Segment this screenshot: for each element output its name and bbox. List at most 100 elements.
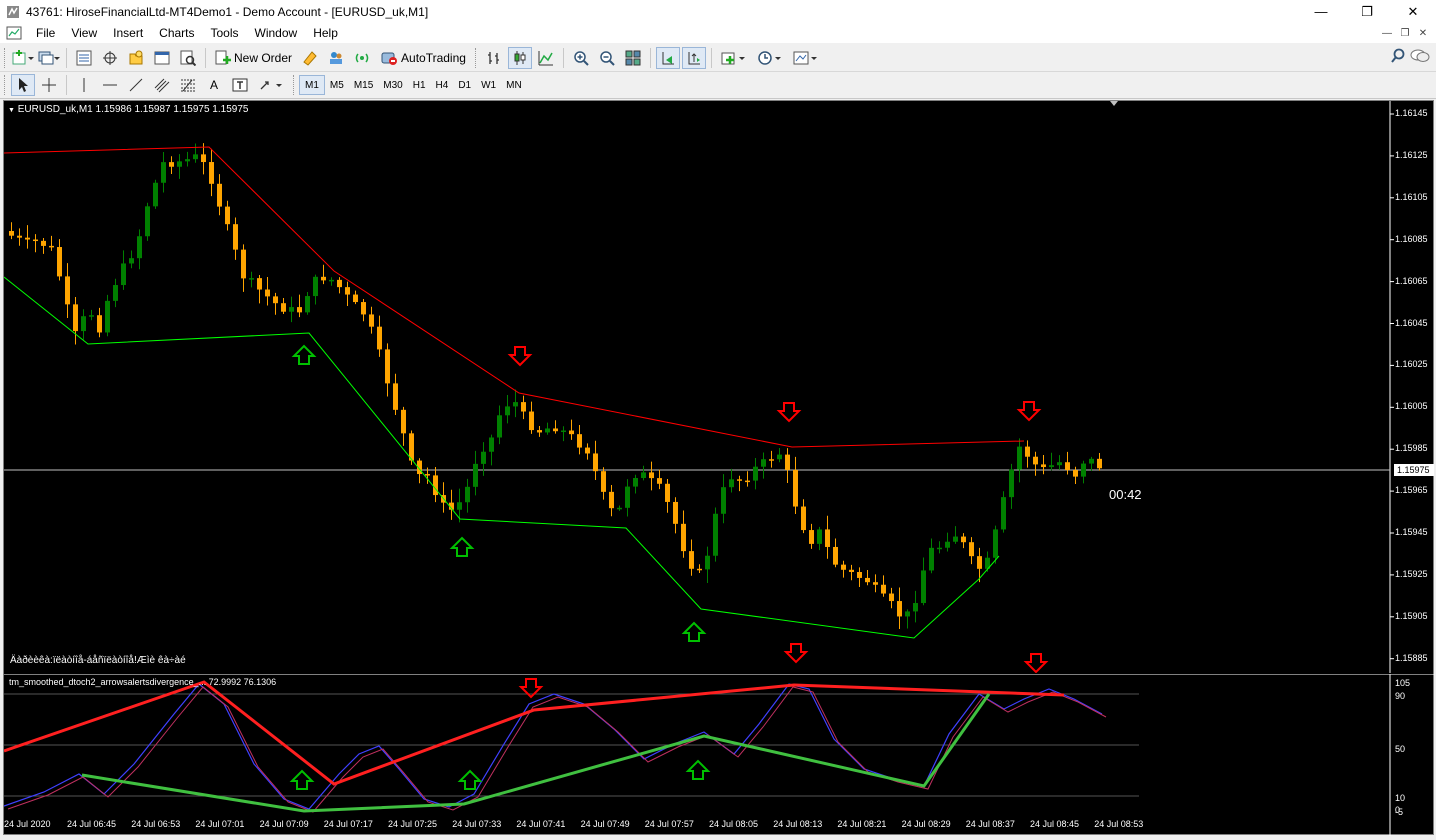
chart-shift-icon[interactable] (681, 46, 706, 69)
zoom-in-icon[interactable] (569, 47, 593, 69)
candle-body (729, 479, 734, 488)
community-icon[interactable] (324, 47, 348, 69)
candle-body (97, 315, 102, 333)
price-tick-label: 1.16105 (1395, 191, 1428, 202)
toolbar-grip[interactable] (4, 47, 7, 68)
price-tick-label: 1.16085 (1395, 233, 1428, 244)
candle-body (681, 523, 686, 552)
candle-body (225, 206, 230, 225)
navigator-icon[interactable] (124, 47, 148, 69)
new-chart-icon[interactable] (11, 47, 35, 69)
tile-windows-icon[interactable] (621, 47, 645, 69)
candlestick-chart-icon[interactable] (507, 46, 532, 69)
horizontal-line-icon[interactable] (98, 74, 122, 96)
minimize-button[interactable]: — (1298, 0, 1344, 23)
candle-body (657, 478, 662, 484)
menu-charts[interactable]: Charts (151, 23, 202, 43)
chat-icon[interactable] (1410, 48, 1430, 64)
time-tick-label: 24 Jul 07:25 (388, 819, 438, 829)
mdi-minimize-button[interactable]: — (1378, 23, 1396, 43)
candle-body (641, 472, 646, 479)
signals-icon[interactable] (350, 47, 374, 69)
timeframe-mn[interactable]: MN (501, 75, 527, 95)
close-button[interactable]: ✕ (1390, 0, 1436, 23)
timeframe-m1[interactable]: M1 (299, 75, 325, 95)
candle-body (537, 430, 542, 433)
periods-icon[interactable] (753, 47, 787, 69)
mdi-close-button[interactable]: ✕ (1414, 23, 1432, 43)
candle-body (113, 285, 118, 301)
candle-body (1049, 465, 1054, 468)
candle-body (913, 603, 918, 612)
menu-file[interactable]: File (28, 23, 63, 43)
arrows-icon[interactable] (254, 74, 288, 96)
candle-body (777, 454, 782, 460)
chart-window-icon[interactable] (6, 26, 22, 40)
search-icon[interactable] (1390, 48, 1406, 64)
indicator-chart[interactable] (4, 674, 1435, 836)
price-chart[interactable] (4, 101, 1435, 673)
menu-insert[interactable]: Insert (105, 23, 151, 43)
candle-body (177, 161, 182, 167)
time-tick-label: 24 Jul 07:49 (580, 819, 630, 829)
timeframe-d1[interactable]: D1 (453, 75, 476, 95)
fibonacci-icon[interactable] (176, 74, 200, 96)
market-watch-icon[interactable] (72, 47, 96, 69)
indicator-tick-label: -5 (1395, 807, 1404, 817)
candle-body (305, 296, 310, 313)
maximize-button[interactable]: ❐ (1344, 0, 1390, 23)
candle-body (609, 491, 614, 509)
trendline-icon[interactable] (124, 74, 148, 96)
autotrading-button[interactable]: AutoTrading (376, 47, 470, 69)
candle-body (873, 582, 878, 585)
profiles-icon[interactable] (37, 47, 61, 69)
candle-body (513, 402, 518, 407)
new-order-button[interactable]: New Order (211, 47, 296, 69)
time-tick-label: 24 Jul 07:09 (259, 819, 309, 829)
candle-body (33, 239, 38, 242)
strategy-tester-icon[interactable] (176, 47, 200, 69)
indicators-icon[interactable] (717, 47, 751, 69)
menu-help[interactable]: Help (305, 23, 346, 43)
terminal-icon[interactable] (150, 47, 174, 69)
templates-icon[interactable] (789, 47, 823, 69)
data-window-icon[interactable] (98, 47, 122, 69)
cursor-icon[interactable] (11, 74, 35, 96)
zoom-out-icon[interactable] (595, 47, 619, 69)
menu-view[interactable]: View (63, 23, 105, 43)
auto-scroll-icon[interactable] (655, 46, 680, 69)
candle-body (81, 316, 86, 332)
bar-countdown: 00:42 (1109, 487, 1142, 502)
metaeditor-icon[interactable] (298, 47, 322, 69)
candle-body (521, 402, 526, 412)
chart-window[interactable]: ▼ EURUSD_uk,M1 1.15986 1.15987 1.15975 1… (3, 100, 1435, 836)
timeframe-m15[interactable]: M15 (349, 75, 378, 95)
candle-body (1009, 469, 1014, 498)
timeframe-m30[interactable]: M30 (378, 75, 407, 95)
candle-body (921, 570, 926, 604)
bearish-divergence-line (4, 680, 1065, 786)
text-icon[interactable]: A (202, 74, 226, 96)
timeframe-m5[interactable]: M5 (325, 75, 349, 95)
timeframe-h1[interactable]: H1 (408, 75, 431, 95)
candle-body (601, 471, 606, 492)
vertical-line-icon[interactable] (72, 74, 96, 96)
menu-tools[interactable]: Tools (203, 23, 247, 43)
candle-body (593, 453, 598, 472)
timeframe-h4[interactable]: H4 (431, 75, 454, 95)
crosshair-icon[interactable] (37, 74, 61, 96)
menu-window[interactable]: Window (247, 23, 306, 43)
mdi-restore-button[interactable]: ❐ (1396, 23, 1414, 43)
bar-chart-icon[interactable] (482, 47, 506, 69)
timeframe-w1[interactable]: W1 (476, 75, 501, 95)
candle-body (193, 154, 198, 160)
equidistant-channel-icon[interactable] (150, 74, 174, 96)
text-label-icon[interactable] (228, 74, 252, 96)
buy-arrow-icon (289, 769, 315, 790)
chart-shift-marker (1110, 101, 1118, 106)
candle-body (705, 555, 710, 570)
candle-body (497, 415, 502, 438)
candle-body (73, 304, 78, 332)
candle-body (153, 182, 158, 207)
line-chart-icon[interactable] (534, 47, 558, 69)
